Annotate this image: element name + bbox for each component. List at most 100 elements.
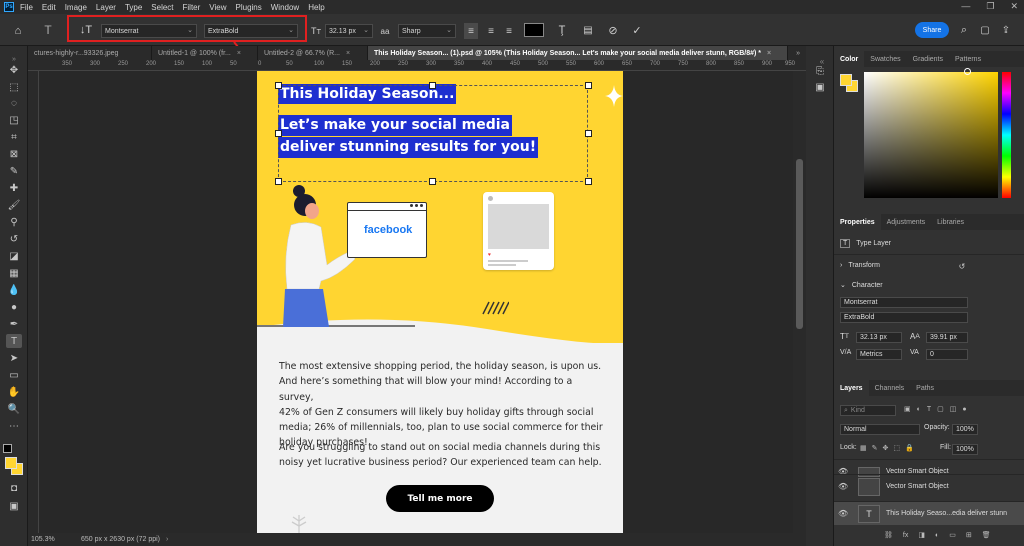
menu-edit[interactable]: Edit <box>42 3 56 12</box>
layer-row[interactable]: 👁 Vector Smart Object <box>834 474 1024 498</box>
tab-adjustments[interactable]: Adjustments <box>881 214 932 230</box>
lock-position-icon[interactable]: ✥ <box>883 444 889 452</box>
foreground-color-swatch[interactable] <box>5 457 17 469</box>
new-layer-icon[interactable]: ⊞ <box>966 531 972 539</box>
path-select-icon[interactable]: ➤ <box>6 351 22 365</box>
menu-select[interactable]: Select <box>151 3 173 12</box>
transform-handle[interactable] <box>275 82 282 89</box>
reset-icon[interactable]: ↺ <box>956 260 968 272</box>
tab-swatches[interactable]: Swatches <box>864 51 906 67</box>
menu-help[interactable]: Help <box>308 3 324 12</box>
eraser-tool-icon[interactable]: ◪ <box>6 249 22 263</box>
adjustment-filter-icon[interactable]: ◐ <box>917 406 921 413</box>
dodge-tool-icon[interactable]: ● <box>6 300 22 314</box>
fx-icon[interactable]: fx <box>903 532 908 539</box>
close-icon[interactable]: × <box>346 50 350 57</box>
canvas-area[interactable]: This Holiday Season... Let’s make your s… <box>39 71 793 533</box>
fill-field[interactable]: 100% <box>952 444 978 455</box>
eye-icon[interactable]: 👁 <box>838 482 852 491</box>
adjustments-panel-icon[interactable]: ▣ <box>812 80 828 94</box>
type-filter-icon[interactable]: T <box>927 406 931 413</box>
eye-icon[interactable]: 👁 <box>838 509 852 518</box>
link-layers-icon[interactable]: ⛓ <box>884 531 893 539</box>
font-size-field[interactable]: 32.13 px <box>856 332 902 343</box>
hand-tool-icon[interactable]: ✋ <box>6 385 22 399</box>
tabs-overflow-icon[interactable]: » <box>790 46 806 60</box>
adjustment-layer-icon[interactable]: ◐ <box>935 532 939 539</box>
lock-all-icon[interactable]: 🔒 <box>905 444 914 452</box>
menu-type[interactable]: Type <box>125 3 142 12</box>
document-info[interactable]: 650 px x 2630 px (72 ppi) <box>81 536 160 543</box>
foreground-color-swatch[interactable] <box>840 74 852 86</box>
tell-me-more-button[interactable]: Tell me more <box>386 485 494 512</box>
screen-mode-icon[interactable]: ▣ <box>6 499 22 513</box>
clone-stamp-icon[interactable]: ⚲ <box>6 215 22 229</box>
menu-plugins[interactable]: Plugins <box>236 3 262 12</box>
marquee-tool-icon[interactable]: ⬚ <box>6 80 22 94</box>
blur-tool-icon[interactable]: 💧 <box>6 283 22 297</box>
lasso-tool-icon[interactable]: ◌ <box>6 96 22 110</box>
transform-handle[interactable] <box>585 130 592 137</box>
brush-tool-icon[interactable]: 🖌 <box>6 198 22 212</box>
blend-mode-select[interactable]: Normal <box>840 424 920 435</box>
align-left-icon[interactable]: ≡ <box>464 23 478 39</box>
add-mask-icon[interactable]: ◨ <box>918 531 925 539</box>
tab-patterns[interactable]: Patterns <box>949 51 987 67</box>
font-family-field[interactable]: Montserrat <box>840 297 968 308</box>
character-panel-icon[interactable]: ▤ <box>581 22 595 38</box>
type-tool-icon[interactable]: T <box>6 334 22 348</box>
scrollbar-thumb[interactable] <box>796 159 803 329</box>
menu-view[interactable]: View <box>209 3 226 12</box>
workspace-icon[interactable]: ▢ <box>978 22 992 38</box>
menu-file[interactable]: File <box>20 3 33 12</box>
leading-field[interactable]: 39.91 px <box>926 332 968 343</box>
close-icon[interactable]: ✕ <box>1010 1 1018 12</box>
kerning-field[interactable]: Metrics <box>856 349 902 360</box>
default-colors-icon[interactable] <box>3 444 12 453</box>
type-tool-preset-icon[interactable]: T <box>40 22 56 38</box>
group-icon[interactable]: ▭ <box>949 531 956 539</box>
tab-properties[interactable]: Properties <box>834 214 881 230</box>
color-picker-cursor[interactable] <box>964 68 971 75</box>
menu-layer[interactable]: Layer <box>96 3 116 12</box>
crop-tool-icon[interactable]: ⌗ <box>6 130 22 144</box>
shape-filter-icon[interactable]: ▢ <box>937 405 944 413</box>
warp-text-icon[interactable]: Ţ <box>555 22 569 38</box>
opacity-field[interactable]: 100% <box>952 424 978 435</box>
restore-icon[interactable]: ❐ <box>986 1 994 12</box>
close-icon[interactable]: × <box>767 50 771 57</box>
tab-channels[interactable]: Channels <box>869 380 911 396</box>
tab-doc-active[interactable]: This Holiday Season... (1).psd @ 105% (T… <box>368 46 788 60</box>
cancel-icon[interactable]: ⊘ <box>606 22 620 38</box>
tab-doc-1[interactable]: ctures-highly-r...93326.jpeg <box>28 46 152 60</box>
tab-paths[interactable]: Paths <box>910 380 940 396</box>
text-color-swatch[interactable] <box>524 23 544 37</box>
gradient-tool-icon[interactable]: ▦ <box>6 266 22 280</box>
menu-window[interactable]: Window <box>271 3 299 12</box>
close-icon[interactable]: × <box>237 50 241 57</box>
history-panel-icon[interactable]: ⎘ <box>812 64 828 78</box>
home-icon[interactable]: ⌂ <box>10 23 26 39</box>
pixel-filter-icon[interactable]: ▣ <box>904 405 911 413</box>
transform-handle[interactable] <box>585 178 592 185</box>
tab-libraries[interactable]: Libraries <box>931 214 970 230</box>
quick-mask-icon[interactable]: ◘ <box>6 481 22 495</box>
menu-filter[interactable]: Filter <box>183 3 201 12</box>
document-canvas[interactable]: This Holiday Season... Let’s make your s… <box>257 71 623 533</box>
status-arrow-icon[interactable]: › <box>166 536 168 543</box>
lock-transparency-icon[interactable]: ▦ <box>860 444 867 452</box>
hue-slider[interactable] <box>1002 72 1011 198</box>
layer-row-selected[interactable]: 👁 T This Holiday Seaso...edia deliver st… <box>834 501 1024 525</box>
pen-tool-icon[interactable]: ✒ <box>6 317 22 331</box>
transform-handle[interactable] <box>585 82 592 89</box>
object-select-tool-icon[interactable]: ◳ <box>6 113 22 127</box>
tab-layers[interactable]: Layers <box>834 380 869 396</box>
character-section[interactable]: ⌄ Character <box>840 281 883 290</box>
zoom-tool-icon[interactable]: 🔍 <box>6 402 22 416</box>
transform-handle[interactable] <box>429 82 436 89</box>
font-size-select[interactable]: 32.13 px ⌄ <box>325 24 373 38</box>
rectangle-tool-icon[interactable]: ▭ <box>6 368 22 382</box>
zoom-level[interactable]: 105.3% <box>31 536 75 543</box>
transform-handle[interactable] <box>275 178 282 185</box>
tab-gradients[interactable]: Gradients <box>907 51 949 67</box>
